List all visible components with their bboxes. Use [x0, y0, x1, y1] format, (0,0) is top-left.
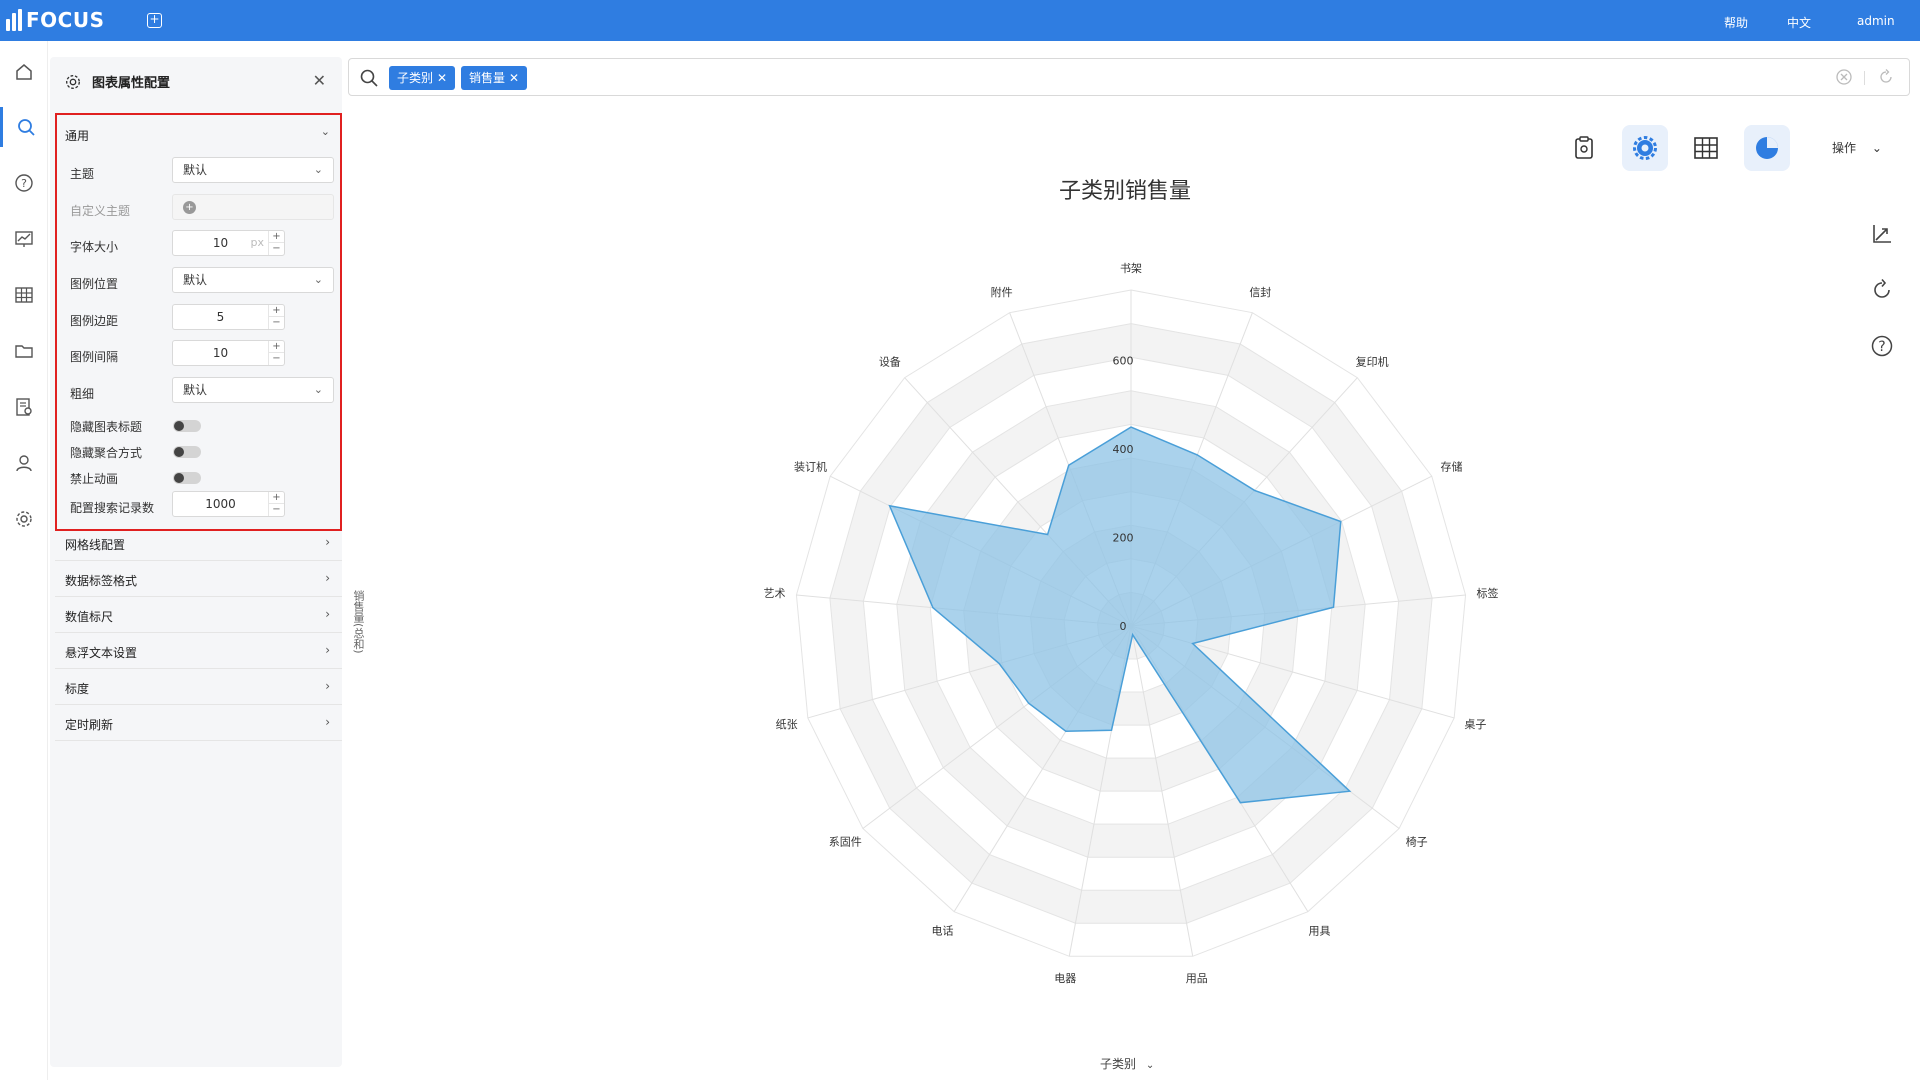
radar-category-label: 设备 [879, 354, 901, 368]
radar-chart: 0 200 400 600 书架信封复印机存储标签桌子椅子用具用品 电器 电话 系固件 纸张 艺术… [764, 262, 1499, 985]
radar-category-label: 艺术 [764, 587, 786, 600]
radar-ring-label: 400 [1113, 443, 1134, 456]
x-axis-label-text: 子类别 [1100, 1057, 1137, 1071]
y-axis-label[interactable]: 销售量(总和) [350, 590, 366, 654]
radar-ring-label: 0 [1120, 620, 1127, 633]
radar-category-label: 书架 [1120, 262, 1142, 275]
radar-category-label: 附件 [991, 285, 1013, 299]
radar-category-label: 存储 [1440, 459, 1462, 473]
radar-category-label: 用品 [1186, 972, 1208, 985]
radar-category-label: 椅子 [1406, 835, 1428, 849]
radar-category-label: 纸张 [776, 718, 798, 731]
radar-category-label: 用具 [1308, 924, 1330, 937]
radar-category-label: 桌子 [1464, 718, 1486, 731]
chevron-down-icon: ⌄ [1145, 1060, 1155, 1071]
radar-category-label: 标签 [1476, 586, 1498, 600]
radar-category-label: 复印机 [1356, 354, 1389, 368]
radar-category-label: 系固件 [829, 836, 862, 849]
radar-category-label: 电器 [1054, 972, 1076, 985]
radar-ring-label: 200 [1113, 532, 1134, 545]
radar-ring-label: 600 [1113, 355, 1134, 368]
radar-category-label: 信封 [1249, 285, 1271, 299]
radar-category-label: 电话 [932, 924, 954, 937]
x-axis-label[interactable]: 子类别 ⌄ [1100, 1055, 1154, 1072]
radar-category-label: 装订机 [794, 459, 827, 473]
